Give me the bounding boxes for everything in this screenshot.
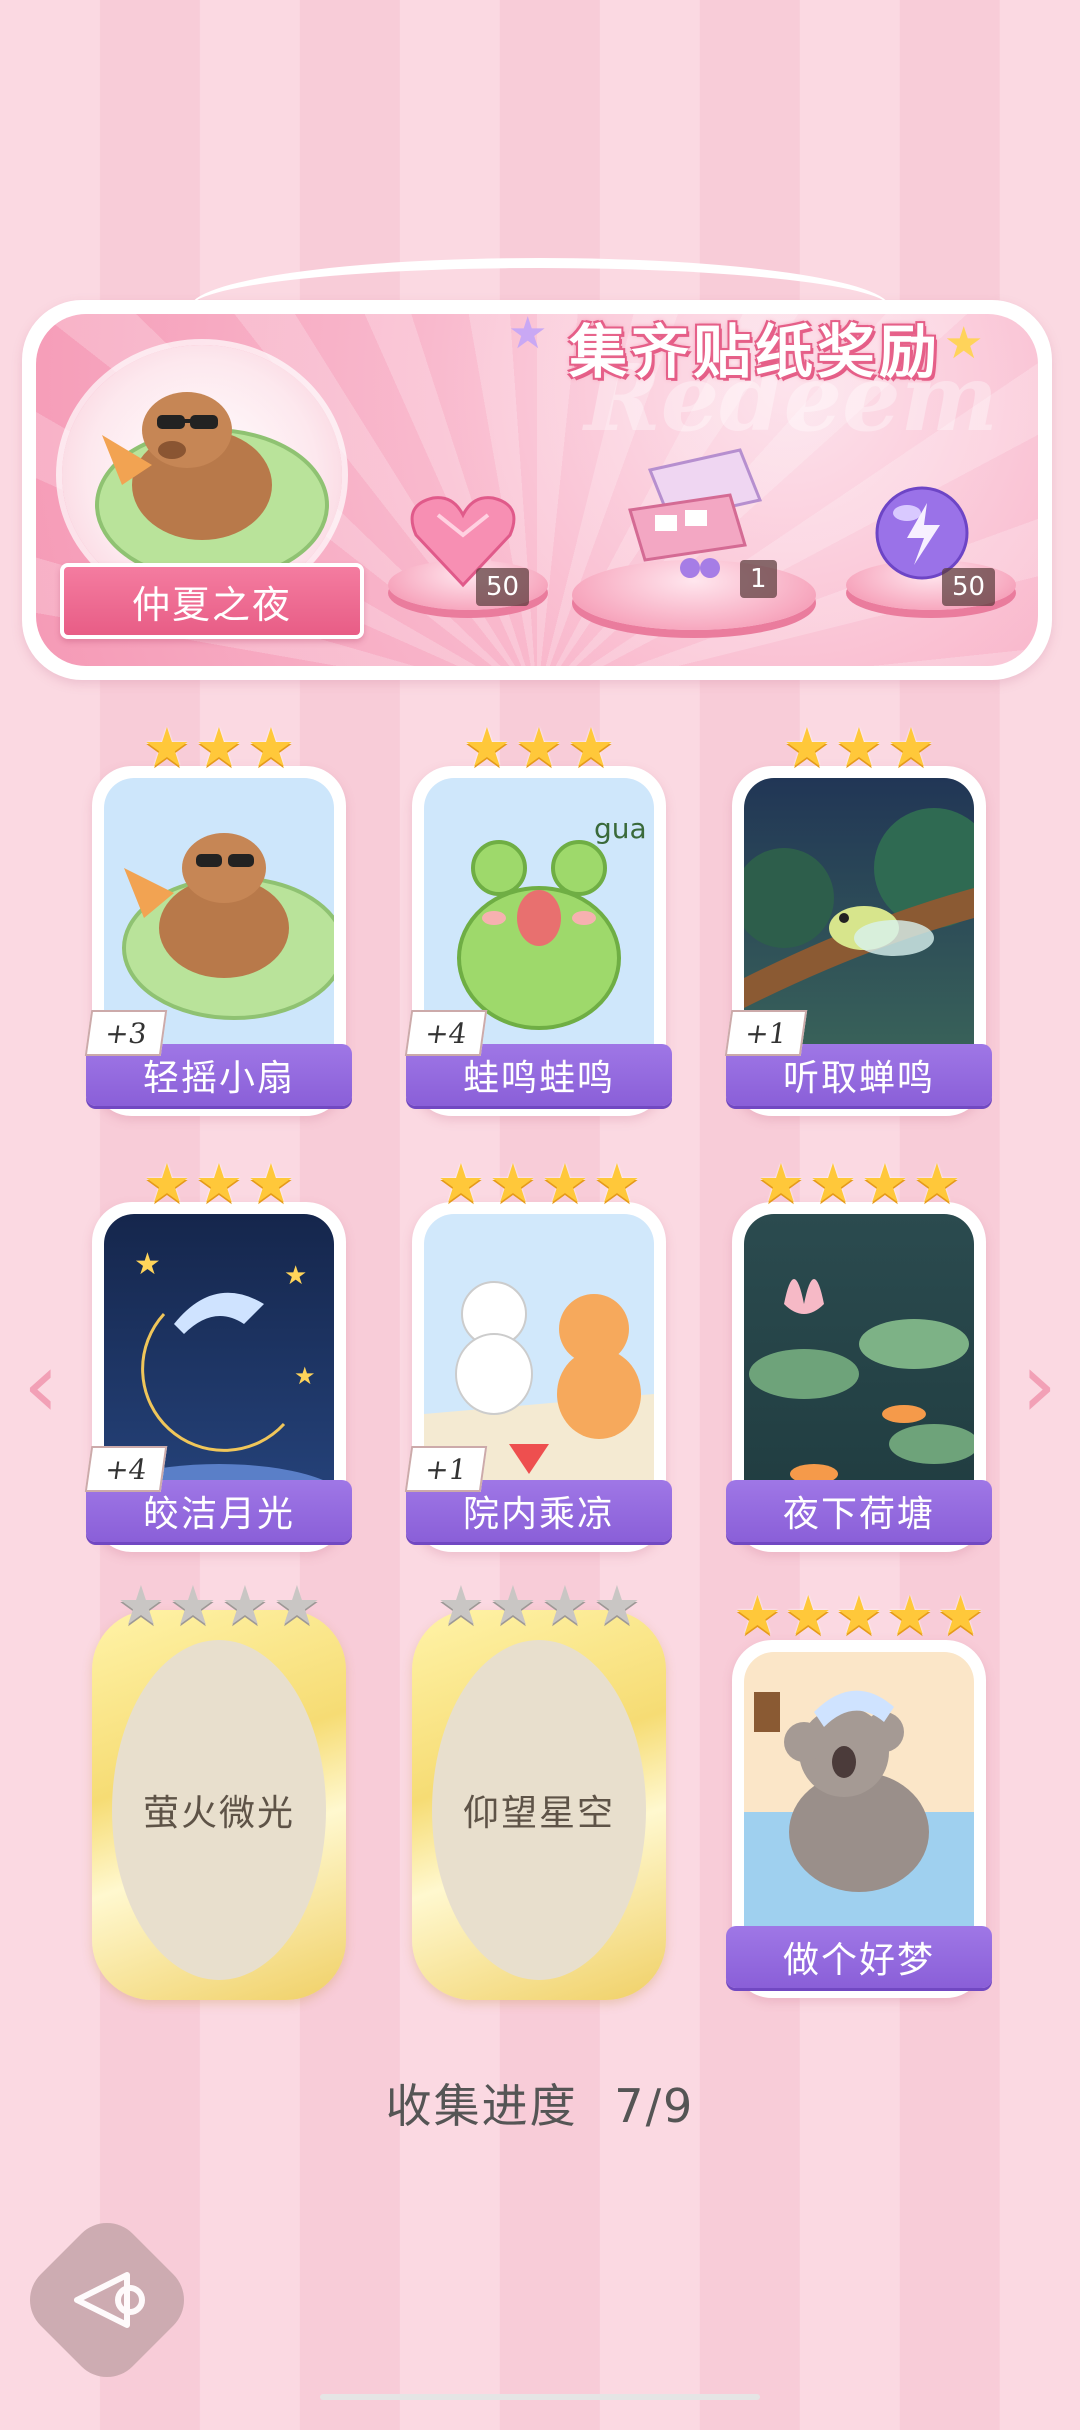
sticker-card[interactable]: ★ ★ ★ 听取蝉鸣 +1 (724, 721, 992, 1116)
sticker-card[interactable]: ★ ★ ★ ★ 院内乘凉 +1 (404, 1157, 672, 1552)
sticker-label: 做个好梦 (726, 1926, 992, 1988)
collection-progress: 收集进度 7/9 (0, 2070, 1080, 2136)
frog-sound-text: gua (594, 812, 647, 845)
empty-star-icon: ★ (220, 1574, 270, 1637)
star-icon: ★ (514, 716, 564, 779)
featured-label-ribbon: 仲夏之夜 (60, 563, 364, 639)
star-icon: ★ (756, 1152, 806, 1215)
duplicate-count-tag: +3 (84, 1010, 168, 1056)
banner-title: 集齐贴纸奖励 (569, 318, 942, 386)
sticker-label: 夜下荷塘 (726, 1480, 992, 1542)
empty-star-icon: ★ (436, 1574, 486, 1637)
star-icon: ★ (783, 1584, 833, 1647)
sticker-card[interactable]: ★ ★ ★ gua 蛙鸣蛙鸣 +4 (404, 721, 672, 1116)
sticker-name: 做个好梦 (782, 1940, 935, 1981)
empty-star-icon: ★ (116, 1574, 166, 1637)
star-icon: ★ (488, 1152, 538, 1215)
star-icon: ★ (142, 1152, 192, 1215)
sticker-name: 夜下荷塘 (782, 1494, 935, 1535)
back-arrow-icon (74, 2272, 145, 2328)
empty-star-icon: ★ (540, 1574, 590, 1637)
svg-text:★: ★ (134, 1247, 161, 1282)
star-icon: ★ (782, 716, 832, 779)
duplicate-count-tag: +1 (404, 1446, 488, 1492)
locked-sticker-card[interactable]: ★ ★ ★ ★ 仰望星空 (412, 1579, 666, 2000)
reward-count: 1 (740, 560, 777, 598)
sticker-name: 院内乘凉 (462, 1494, 615, 1535)
star-rating: ★ ★ ★ (732, 716, 986, 779)
star-rating: ★ ★ ★ (412, 716, 666, 779)
sticker-card[interactable]: ★ ★ ★ ★ ★ ★ 皎洁月光 +4 (84, 1157, 352, 1552)
sticker-name: 萤火微光 (142, 1793, 295, 1834)
star-icon: ★ (733, 1584, 782, 1647)
star-rating: ★ ★ ★ (92, 1152, 346, 1215)
empty-star-icon: ★ (488, 1574, 538, 1637)
star-icon: ★ (540, 1152, 590, 1215)
previous-page-arrow-icon[interactable]: ‹ (16, 1333, 66, 1438)
featured-label: 仲夏之夜 (131, 582, 292, 627)
progress-label: 收集进度 (385, 2079, 578, 2133)
locked-placeholder: 萤火微光 (112, 1640, 326, 1980)
sticker-card[interactable]: ★ ★ ★ 轻摇小扇 +3 (84, 721, 352, 1116)
sleeping-koala-icon (744, 1690, 974, 1972)
star-icon: ★ (194, 1152, 244, 1215)
sticker-card[interactable]: ★ ★ ★ ★ ★ 做个好梦 (726, 1589, 992, 1998)
star-rating: ★ ★ ★ ★ ★ (732, 1584, 986, 1647)
star-rating: ★ ★ ★ ★ (412, 1574, 666, 1637)
sticker-name: 轻摇小扇 (142, 1058, 295, 1099)
star-icon: ★ (246, 716, 296, 779)
star-icon: ★ (808, 1152, 858, 1215)
star-icon: ★ (912, 1152, 962, 1215)
duplicate-count-tag: +4 (84, 1446, 168, 1492)
locked-sticker-card[interactable]: ★ ★ ★ ★ 萤火微光 (92, 1579, 346, 2000)
star-icon: ★ (592, 1152, 642, 1215)
sticker-name: 仰望星空 (462, 1793, 615, 1834)
back-button[interactable] (15, 2208, 199, 2392)
next-page-arrow-icon[interactable]: › (1014, 1333, 1064, 1438)
star-icon: ★ (436, 1152, 486, 1215)
star-rating: ★ ★ ★ ★ (412, 1152, 666, 1215)
duplicate-count-tag: +1 (724, 1010, 808, 1056)
progress-value: 7/9 (614, 2079, 695, 2133)
star-icon: ★ (246, 1152, 296, 1215)
star-icon: ★ (834, 1584, 884, 1647)
svg-text:★: ★ (294, 1362, 316, 1390)
purple-star-icon: ★ (508, 308, 548, 359)
star-icon: ★ (194, 716, 244, 779)
sticker-name: 听取蝉鸣 (782, 1058, 935, 1099)
sticker-name: 皎洁月光 (142, 1494, 295, 1535)
star-icon: ★ (834, 716, 884, 779)
star-icon: ★ (936, 1584, 985, 1647)
star-rating: ★ ★ ★ (92, 716, 346, 779)
star-rating: ★ ★ ★ ★ (732, 1152, 986, 1215)
star-icon: ★ (142, 716, 192, 779)
sticker-card[interactable]: ★ ★ ★ ★ 夜下荷塘 (726, 1157, 992, 1552)
home-indicator[interactable] (320, 2394, 760, 2400)
star-icon: ★ (885, 1584, 934, 1647)
empty-star-icon: ★ (168, 1574, 218, 1637)
reward-count: 50 (942, 568, 996, 606)
svg-text:★: ★ (284, 1261, 307, 1291)
star-icon: ★ (860, 1152, 910, 1215)
reward-count: 50 (476, 568, 530, 606)
star-rating: ★ ★ ★ ★ (92, 1574, 346, 1637)
star-icon: ★ (566, 716, 616, 779)
duplicate-count-tag: +4 (404, 1010, 488, 1056)
locked-placeholder: 仰望星空 (432, 1640, 646, 1980)
empty-star-icon: ★ (272, 1574, 322, 1637)
star-icon: ★ (886, 716, 936, 779)
sticker-name: 蛙鸣蛙鸣 (462, 1058, 615, 1099)
empty-star-icon: ★ (592, 1574, 642, 1637)
star-icon: ★ (462, 716, 512, 779)
